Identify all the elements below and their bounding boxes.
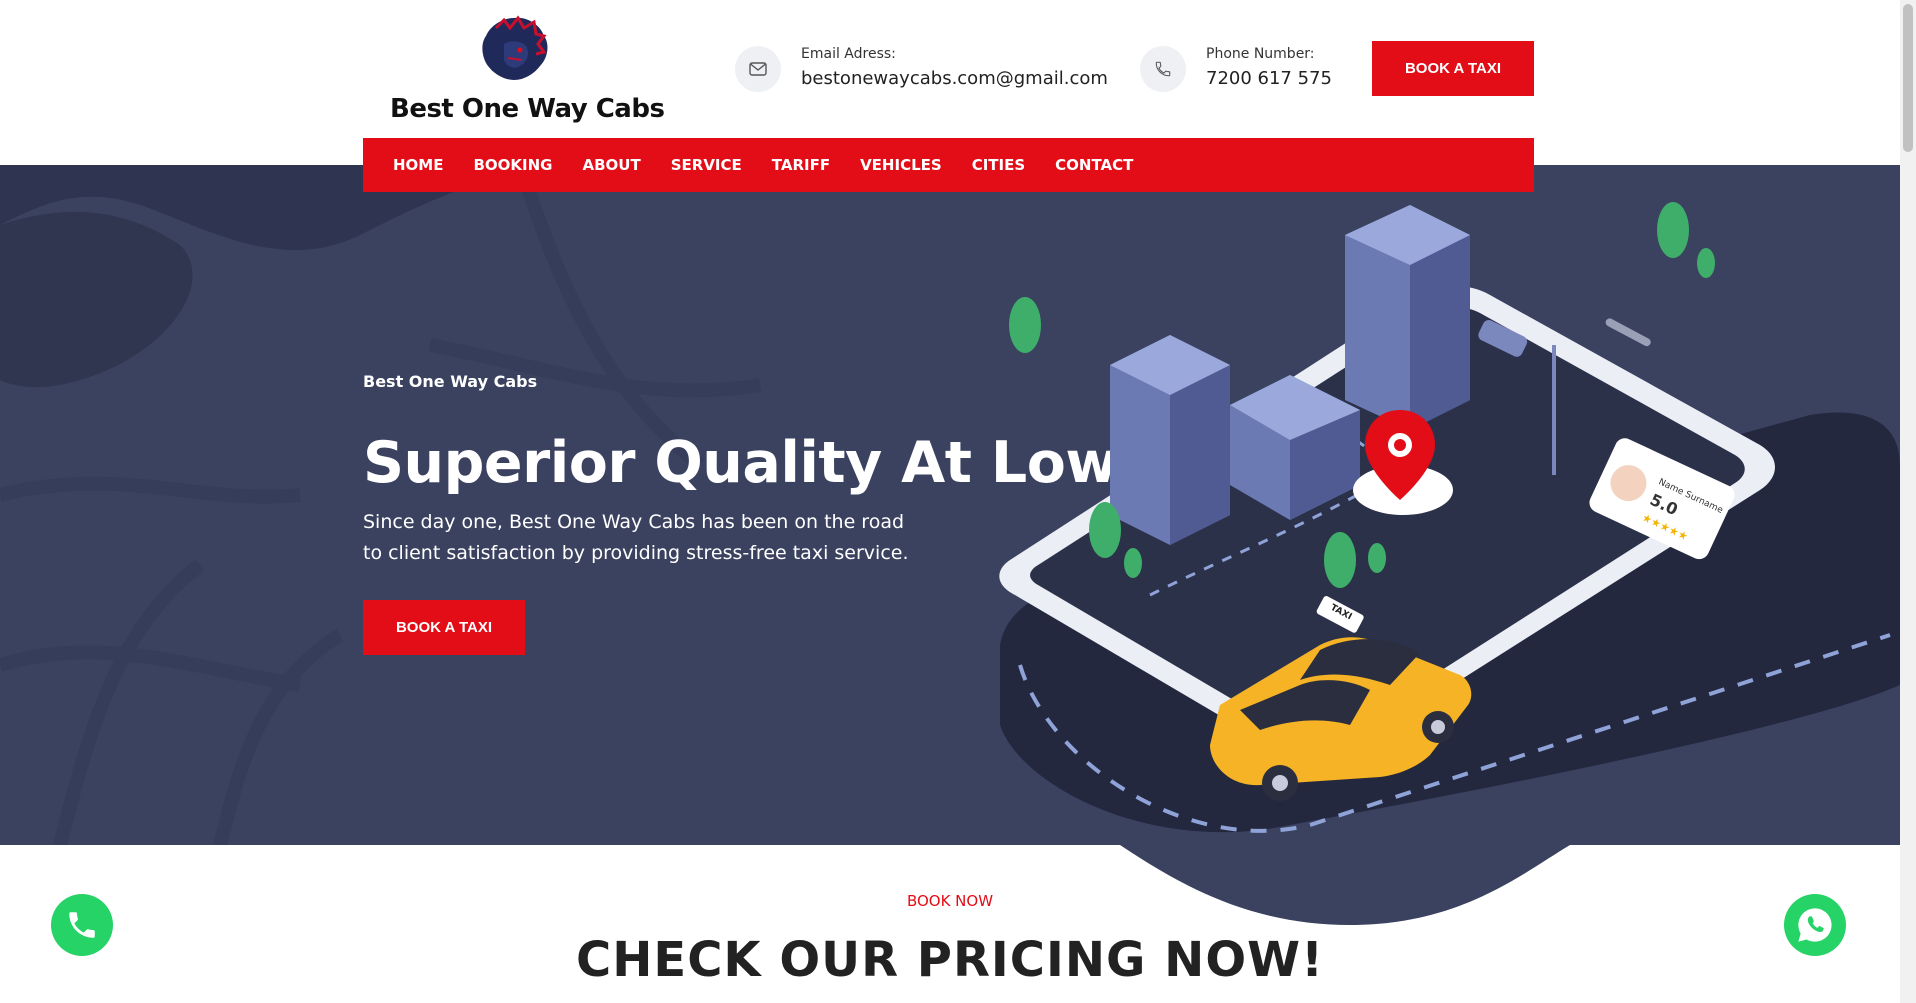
phone-icon xyxy=(1140,46,1186,92)
pricing-eyebrow: BOOK NOW xyxy=(906,892,994,910)
phone-icon xyxy=(69,912,95,938)
pricing-title: CHECK OUR PRICING NOW! xyxy=(576,932,1324,988)
phone-number[interactable]: 7200 617 575 xyxy=(1206,68,1332,89)
nav-item-about[interactable]: ABOUT xyxy=(583,156,641,174)
hero-subtitle: Best One Way Cabs xyxy=(363,372,538,391)
brand-name: Best One Way Cabs xyxy=(390,94,665,124)
lion-logo-icon xyxy=(482,15,548,81)
hero-section: Best One Way Cabs Superior Quality At Lo… xyxy=(0,165,1900,845)
hero-book-taxi-button[interactable]: BOOK A TAXI xyxy=(363,600,525,655)
brand-logo[interactable]: Best One Way Cabs xyxy=(388,14,665,124)
floating-whatsapp-button[interactable] xyxy=(1784,894,1846,956)
main-nav: HOME BOOKING ABOUT SERVICE TARIFF VEHICL… xyxy=(363,138,1534,192)
page-scrollbar[interactable] xyxy=(1900,0,1916,1003)
nav-item-tariff[interactable]: TARIFF xyxy=(772,156,830,174)
mail-icon xyxy=(735,46,781,92)
scrollbar-thumb[interactable] xyxy=(1903,4,1913,152)
phone-label: Phone Number: xyxy=(1206,46,1315,62)
email-contact: Email Adress: bestonewaycabs.com@gmail.c… xyxy=(735,44,1108,100)
nav-item-service[interactable]: SERVICE xyxy=(671,156,742,174)
nav-item-contact[interactable]: CONTACT xyxy=(1055,156,1133,174)
phone-contact: Phone Number: 7200 617 575 xyxy=(1140,44,1340,100)
nav-item-vehicles[interactable]: VEHICLES xyxy=(860,156,942,174)
hero-road-curve xyxy=(1120,845,1570,925)
nav-item-booking[interactable]: BOOKING xyxy=(473,156,552,174)
whatsapp-icon xyxy=(1798,908,1832,942)
header-book-taxi-button[interactable]: BOOK A TAXI xyxy=(1372,41,1534,96)
hero-description: Since day one, Best One Way Cabs has bee… xyxy=(363,511,909,564)
email-label: Email Adress: xyxy=(801,46,896,62)
nav-item-home[interactable]: HOME xyxy=(393,156,443,174)
email-address[interactable]: bestonewaycabs.com@gmail.com xyxy=(801,68,1108,89)
city-taxi-illustration: Name Surname 5.0 ★★★★★ TAXI xyxy=(999,202,1900,833)
nav-item-cities[interactable]: CITIES xyxy=(972,156,1025,174)
floating-call-button[interactable] xyxy=(51,894,113,956)
